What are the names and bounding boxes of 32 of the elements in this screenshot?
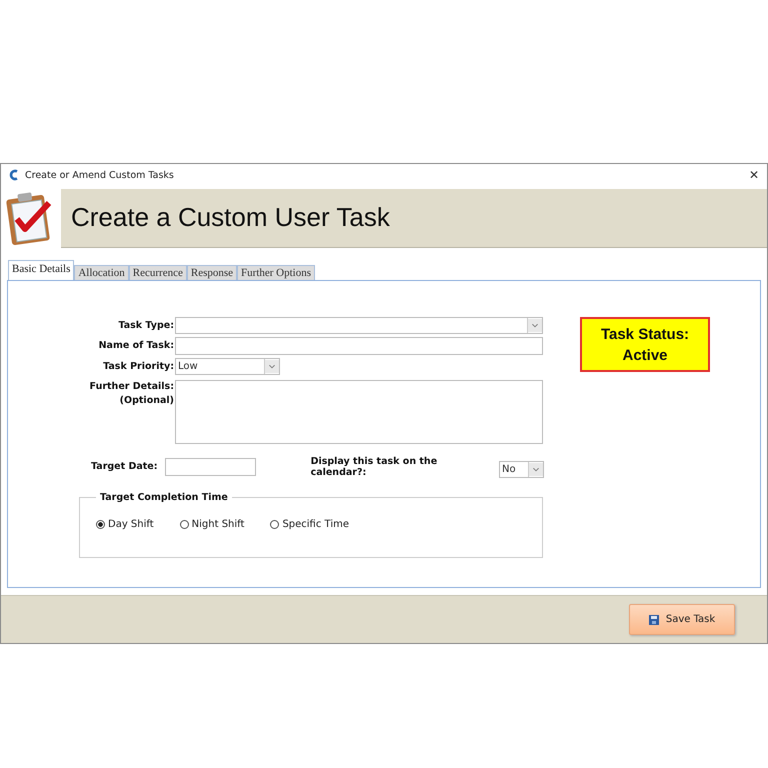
field-label: (Optional): [120, 394, 174, 408]
radio-option[interactable]: Day Shift: [96, 519, 154, 530]
dropdown-field[interactable]: Low: [175, 358, 280, 375]
save-button[interactable]: Save Task: [629, 604, 735, 635]
field-label: Further Details:: [90, 380, 174, 394]
text-field[interactable]: [175, 337, 543, 355]
radio-option[interactable]: Night Shift: [180, 519, 244, 530]
app-logo-icon: [9, 169, 19, 181]
window-title: Create or Amend Custom Tasks: [25, 170, 175, 180]
tab[interactable]: Recurrence: [128, 265, 187, 280]
field-label: Task Type:: [118, 319, 174, 333]
status-value: Active: [622, 346, 668, 366]
field-label: Task Priority:: [103, 360, 174, 374]
field-label: Target Date:: [90, 461, 159, 472]
dropdown-field[interactable]: [175, 317, 543, 334]
group-title: Target Completion Time: [99, 492, 229, 503]
page-title: Create a Custom User Task: [71, 202, 390, 233]
tab[interactable]: Basic Details: [8, 260, 74, 280]
radio-option[interactable]: Specific Time: [270, 519, 350, 530]
dropdown-arrow-icon: [264, 359, 279, 374]
tab[interactable]: Allocation: [74, 265, 129, 280]
text-area[interactable]: [175, 380, 543, 444]
dropdown-arrow-icon: [528, 462, 543, 477]
status-label: Task Status:: [600, 324, 690, 344]
tab[interactable]: Response: [186, 265, 238, 280]
tab[interactable]: Further Options: [237, 265, 316, 280]
dropdown-arrow-icon: [527, 318, 542, 333]
field-label: Name of Task:: [98, 339, 174, 353]
field-label: Display this task on the calendar?:: [310, 456, 438, 478]
dropdown-field[interactable]: No: [498, 461, 544, 478]
date-field[interactable]: [164, 458, 256, 476]
close-button[interactable]: ✕: [748, 168, 759, 182]
